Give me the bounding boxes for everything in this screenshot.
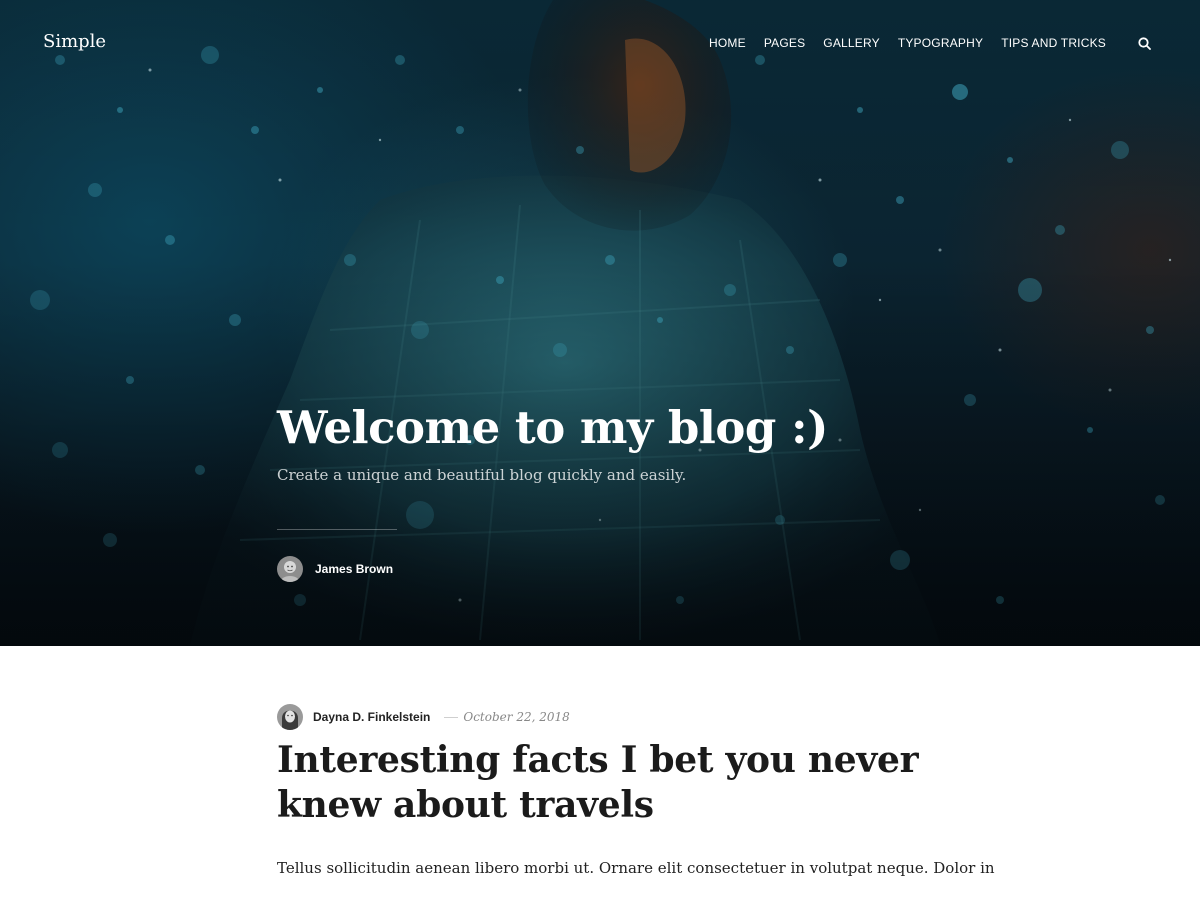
nav-item-tips-and-tricks[interactable]: TIPS AND TRICKS — [1001, 35, 1106, 51]
nav-item-typography[interactable]: TYPOGRAPHY — [898, 35, 983, 51]
post-excerpt: Tellus sollicitudin aenean libero morbi … — [277, 859, 995, 877]
post-date: October 22, 2018 — [463, 710, 570, 724]
hero-divider — [277, 529, 397, 530]
search-icon — [1137, 36, 1151, 50]
hero-subtitle: Create a unique and beautiful blog quick… — [277, 466, 687, 484]
main-nav: HOME PAGES GALLERY TYPOGRAPHY TIPS AND T… — [691, 35, 1152, 51]
hero-section: Simple HOME PAGES GALLERY TYPOGRAPHY TIP… — [0, 0, 1200, 646]
post-card: Dayna D. Finkelstein October 22, 2018 In… — [277, 704, 995, 880]
hero-author[interactable]: James Brown — [277, 556, 977, 582]
hero-author-name[interactable]: James Brown — [315, 562, 393, 576]
hero-title: Welcome to my blog :) — [277, 401, 828, 454]
post-author[interactable]: Dayna D. Finkelstein — [313, 710, 430, 724]
nav-item-gallery[interactable]: GALLERY — [823, 35, 880, 51]
hero-content: Welcome to my blog :) Create a unique an… — [277, 400, 977, 582]
nav-item-pages[interactable]: PAGES — [764, 35, 805, 51]
search-button[interactable] — [1136, 35, 1152, 51]
post-meta: Dayna D. Finkelstein October 22, 2018 — [277, 704, 957, 730]
meta-divider — [444, 716, 459, 718]
post-title[interactable]: Interesting facts I bet you never knew a… — [277, 738, 957, 828]
avatar[interactable] — [277, 556, 303, 582]
site-title-link[interactable]: Simple — [43, 31, 106, 52]
nav-item-home[interactable]: HOME — [709, 35, 746, 51]
avatar[interactable] — [277, 704, 303, 730]
